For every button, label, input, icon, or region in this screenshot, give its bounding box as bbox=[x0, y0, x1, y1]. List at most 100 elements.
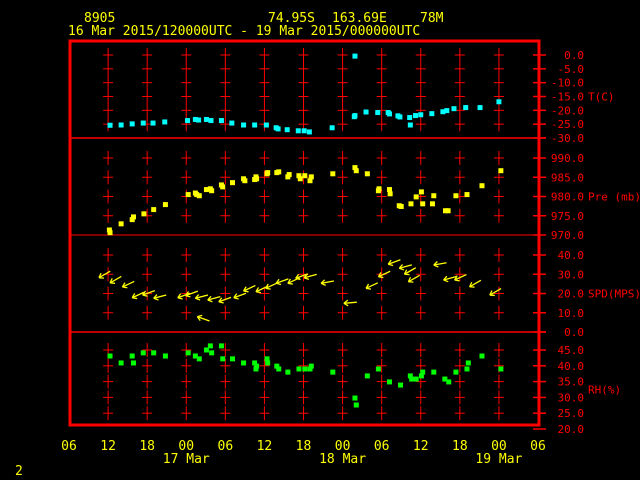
y-tick-label: 980.0 bbox=[551, 191, 584, 204]
temperature-point bbox=[444, 108, 450, 114]
pressure-point bbox=[302, 173, 308, 179]
wind-arrow bbox=[194, 294, 209, 301]
humidity-point bbox=[409, 376, 415, 382]
temperature-point bbox=[229, 120, 235, 126]
wind-arrow bbox=[469, 279, 482, 288]
wind-arrow bbox=[153, 294, 167, 301]
pressure-point bbox=[498, 168, 504, 174]
wind-arrow-stroke bbox=[255, 291, 261, 294]
pressure-point bbox=[418, 189, 424, 195]
wind-arrow-stroke bbox=[399, 267, 405, 271]
humidity-point bbox=[330, 369, 336, 375]
x-tick-label: 18 bbox=[452, 439, 468, 454]
wind-arrow bbox=[109, 275, 122, 284]
wind-arrow-stroke bbox=[443, 279, 449, 283]
temperature-point bbox=[275, 126, 281, 132]
temperature-point bbox=[407, 122, 413, 128]
y-tick-label: 40.0 bbox=[558, 360, 585, 373]
pressure-point bbox=[254, 176, 260, 182]
humidity-point bbox=[130, 360, 136, 366]
pressure-point bbox=[398, 204, 404, 210]
temperature-point bbox=[107, 122, 113, 128]
x-tick-label: 06 bbox=[374, 439, 390, 454]
temperature-point bbox=[301, 128, 307, 134]
humidity-point bbox=[209, 350, 215, 356]
wind-arrow bbox=[398, 264, 412, 271]
humidity-point bbox=[479, 353, 485, 359]
x-tick-label: 18 bbox=[296, 439, 312, 454]
temperature-point bbox=[397, 114, 403, 120]
temperature-point bbox=[413, 113, 419, 119]
wind-arrow bbox=[433, 261, 447, 268]
humidity-point bbox=[431, 369, 437, 375]
y-tick-label: 10.0 bbox=[558, 307, 585, 320]
temperature-point bbox=[118, 122, 124, 128]
wind-arrow-stroke bbox=[433, 264, 439, 268]
x-tick-label: 18 bbox=[139, 439, 155, 454]
wind-arrow bbox=[454, 273, 467, 282]
temperature-point bbox=[329, 125, 335, 131]
temperature-point bbox=[162, 119, 168, 125]
wind-arrow bbox=[377, 270, 391, 279]
pressure-point bbox=[420, 201, 426, 207]
humidity-point bbox=[364, 373, 370, 379]
pressure-point bbox=[479, 183, 485, 189]
wind-arrow-stroke bbox=[365, 287, 372, 290]
date-label: 19 Mar bbox=[475, 452, 522, 467]
y-tick-label: -15.0 bbox=[551, 91, 584, 104]
x-tick-label: 12 bbox=[257, 439, 273, 454]
y-axis-label-temperature: T(C) bbox=[588, 91, 615, 104]
wind-arrow bbox=[443, 275, 457, 283]
pressure-point bbox=[445, 208, 451, 214]
pressure-point bbox=[413, 194, 419, 200]
humidity-point bbox=[196, 356, 202, 362]
humidity-point bbox=[107, 353, 113, 359]
temperature-point bbox=[306, 129, 312, 135]
y-axis-label-wind: SPD(MPS) bbox=[588, 288, 640, 301]
wind-arrow bbox=[265, 282, 278, 290]
wind-arrow-stroke bbox=[177, 297, 183, 300]
pressure-point bbox=[220, 184, 226, 190]
wind-arrow-stroke bbox=[303, 277, 310, 280]
y-tick-label: 970.0 bbox=[551, 229, 584, 242]
x-tick-label: 06 bbox=[218, 439, 234, 454]
humidity-point bbox=[241, 360, 247, 366]
y-tick-label: 30.0 bbox=[558, 391, 585, 404]
pressure-point bbox=[375, 188, 381, 194]
temperature-point bbox=[477, 105, 483, 111]
wind-arrow bbox=[196, 314, 210, 322]
humidity-point bbox=[296, 366, 302, 372]
y-tick-label: -25.0 bbox=[551, 118, 584, 131]
humidity-point bbox=[464, 366, 470, 372]
humidity-point bbox=[253, 366, 259, 372]
temperature-point bbox=[463, 105, 469, 111]
humidity-point bbox=[398, 382, 404, 388]
x-tick-label: 12 bbox=[100, 439, 116, 454]
pressure-point bbox=[330, 171, 336, 177]
temperature-point bbox=[352, 53, 358, 59]
wind-arrow-stroke bbox=[132, 297, 138, 300]
y-tick-label: 0.0 bbox=[564, 326, 584, 339]
y-tick-label: 30.0 bbox=[558, 268, 585, 281]
wind-arrow-stroke bbox=[287, 282, 293, 285]
wind-arrow-stroke bbox=[378, 276, 384, 279]
pressure-point bbox=[141, 211, 147, 217]
humidity-point bbox=[352, 395, 358, 401]
humidity-point bbox=[129, 353, 135, 359]
y-tick-label: 45.0 bbox=[558, 344, 585, 357]
pressure-point bbox=[229, 180, 235, 186]
humidity-point bbox=[302, 366, 308, 372]
temperature-point bbox=[196, 117, 202, 123]
humidity-point bbox=[220, 356, 226, 362]
temperature-point bbox=[252, 122, 258, 128]
wind-arrow-stroke bbox=[153, 297, 159, 301]
wind-arrow-stroke bbox=[122, 286, 128, 289]
pressure-point bbox=[162, 202, 168, 208]
wind-arrow bbox=[142, 289, 156, 297]
wind-arrow bbox=[233, 292, 247, 300]
humidity-point bbox=[498, 366, 504, 372]
humidity-point bbox=[446, 379, 452, 385]
wind-arrow bbox=[121, 280, 135, 289]
y-tick-label: -30.0 bbox=[551, 132, 584, 145]
pressure-point bbox=[297, 176, 303, 182]
